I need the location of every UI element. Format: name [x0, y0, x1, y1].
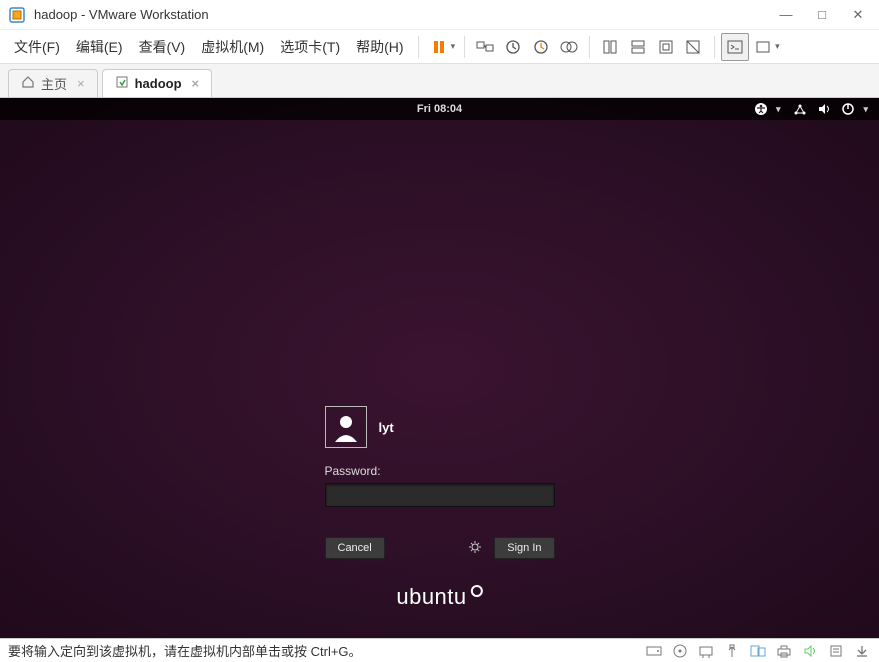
tab-hadoop[interactable]: hadoop ×: [102, 69, 213, 97]
clock: Fri 08:04: [417, 103, 462, 115]
revert-snapshot-button[interactable]: [527, 33, 555, 61]
vm-icon: [115, 75, 129, 92]
tile-button[interactable]: [596, 33, 624, 61]
ubuntu-topbar: Fri 08:04 ▾ ▾: [0, 98, 879, 120]
tab-home-label: 主页: [41, 74, 67, 93]
home-icon: [21, 75, 35, 92]
install-tools-icon[interactable]: [853, 642, 871, 660]
accessibility-icon[interactable]: [754, 102, 768, 116]
ubuntu-logo: ubuntu: [396, 584, 482, 610]
password-input[interactable]: [325, 483, 555, 507]
status-devices: [645, 642, 871, 660]
password-label: Password:: [325, 464, 555, 478]
snapshot-button[interactable]: [499, 33, 527, 61]
cascade-button[interactable]: [624, 33, 652, 61]
vmware-app-icon: [8, 6, 26, 24]
power-icon[interactable]: [841, 102, 855, 116]
message-log-icon[interactable]: [827, 642, 845, 660]
ubuntu-login-screen: Fri 08:04 ▾ ▾: [0, 98, 879, 638]
volume-icon[interactable]: [817, 102, 831, 116]
status-hint: 要将输入定向到该虚拟机，请在虚拟机内部单击或按 Ctrl+G。: [8, 641, 362, 660]
vm-viewport[interactable]: Fri 08:04 ▾ ▾: [0, 98, 879, 638]
sound-icon[interactable]: [801, 642, 819, 660]
tabbar: 主页 × hadoop ×: [0, 64, 879, 98]
avatar: [325, 406, 367, 448]
minimize-button[interactable]: —: [773, 7, 799, 23]
window-controls: — □ ✕: [773, 7, 871, 23]
send-ctrl-alt-del-button[interactable]: [471, 33, 499, 61]
separator: [589, 36, 590, 58]
maximize-button[interactable]: □: [809, 7, 835, 23]
menu-tabs[interactable]: 选项卡(T): [272, 33, 348, 61]
menu-vm[interactable]: 虚拟机(M): [193, 33, 272, 61]
floppy-icon[interactable]: [749, 642, 767, 660]
session-options-icon[interactable]: [468, 540, 484, 556]
fullscreen-dropdown[interactable]: ▾: [775, 41, 780, 52]
pause-dropdown[interactable]: ▾: [451, 41, 456, 52]
close-button[interactable]: ✕: [845, 7, 871, 23]
cddvd-icon[interactable]: [671, 642, 689, 660]
titlebar: hadoop - VMware Workstation — □ ✕: [0, 0, 879, 30]
harddisk-icon[interactable]: [645, 642, 663, 660]
pause-button[interactable]: [425, 33, 453, 61]
tab-hadoop-label: hadoop: [135, 76, 182, 91]
menu-help[interactable]: 帮助(H): [348, 33, 411, 61]
username: lyt: [379, 420, 394, 435]
tab-close-icon[interactable]: ×: [192, 76, 200, 91]
usb-icon[interactable]: [723, 642, 741, 660]
menu-file[interactable]: 文件(F): [6, 33, 68, 61]
console-view-button[interactable]: [721, 33, 749, 61]
fit-guest-button[interactable]: [652, 33, 680, 61]
separator: [714, 36, 715, 58]
menu-view[interactable]: 查看(V): [131, 33, 194, 61]
accessibility-dropdown[interactable]: ▾: [776, 104, 781, 115]
separator: [418, 36, 419, 58]
statusbar: 要将输入定向到该虚拟机，请在虚拟机内部单击或按 Ctrl+G。: [0, 638, 879, 662]
tab-home[interactable]: 主页 ×: [8, 69, 98, 97]
separator: [464, 36, 465, 58]
window-title: hadoop - VMware Workstation: [34, 7, 773, 22]
network-icon[interactable]: [793, 102, 807, 116]
login-box: lyt Password: Cancel Sign In: [325, 406, 555, 559]
login-actions: Cancel Sign In: [325, 537, 555, 559]
ubuntu-circle-icon: [471, 585, 483, 597]
power-dropdown[interactable]: ▾: [863, 104, 868, 115]
menubar: 文件(F) 编辑(E) 查看(V) 虚拟机(M) 选项卡(T) 帮助(H) ▾ …: [0, 30, 879, 64]
menu-edit[interactable]: 编辑(E): [68, 33, 131, 61]
manage-snapshot-button[interactable]: [555, 33, 583, 61]
signin-button[interactable]: Sign In: [494, 537, 554, 559]
cancel-button[interactable]: Cancel: [325, 537, 385, 559]
printer-icon[interactable]: [775, 642, 793, 660]
unity-button[interactable]: [680, 33, 708, 61]
ubuntu-wordmark: ubuntu: [396, 584, 466, 610]
system-tray: ▾ ▾: [754, 98, 871, 120]
login-user: lyt: [325, 406, 555, 448]
network-adapter-icon[interactable]: [697, 642, 715, 660]
fullscreen-button[interactable]: [749, 33, 777, 61]
tab-close-icon[interactable]: ×: [77, 76, 85, 91]
